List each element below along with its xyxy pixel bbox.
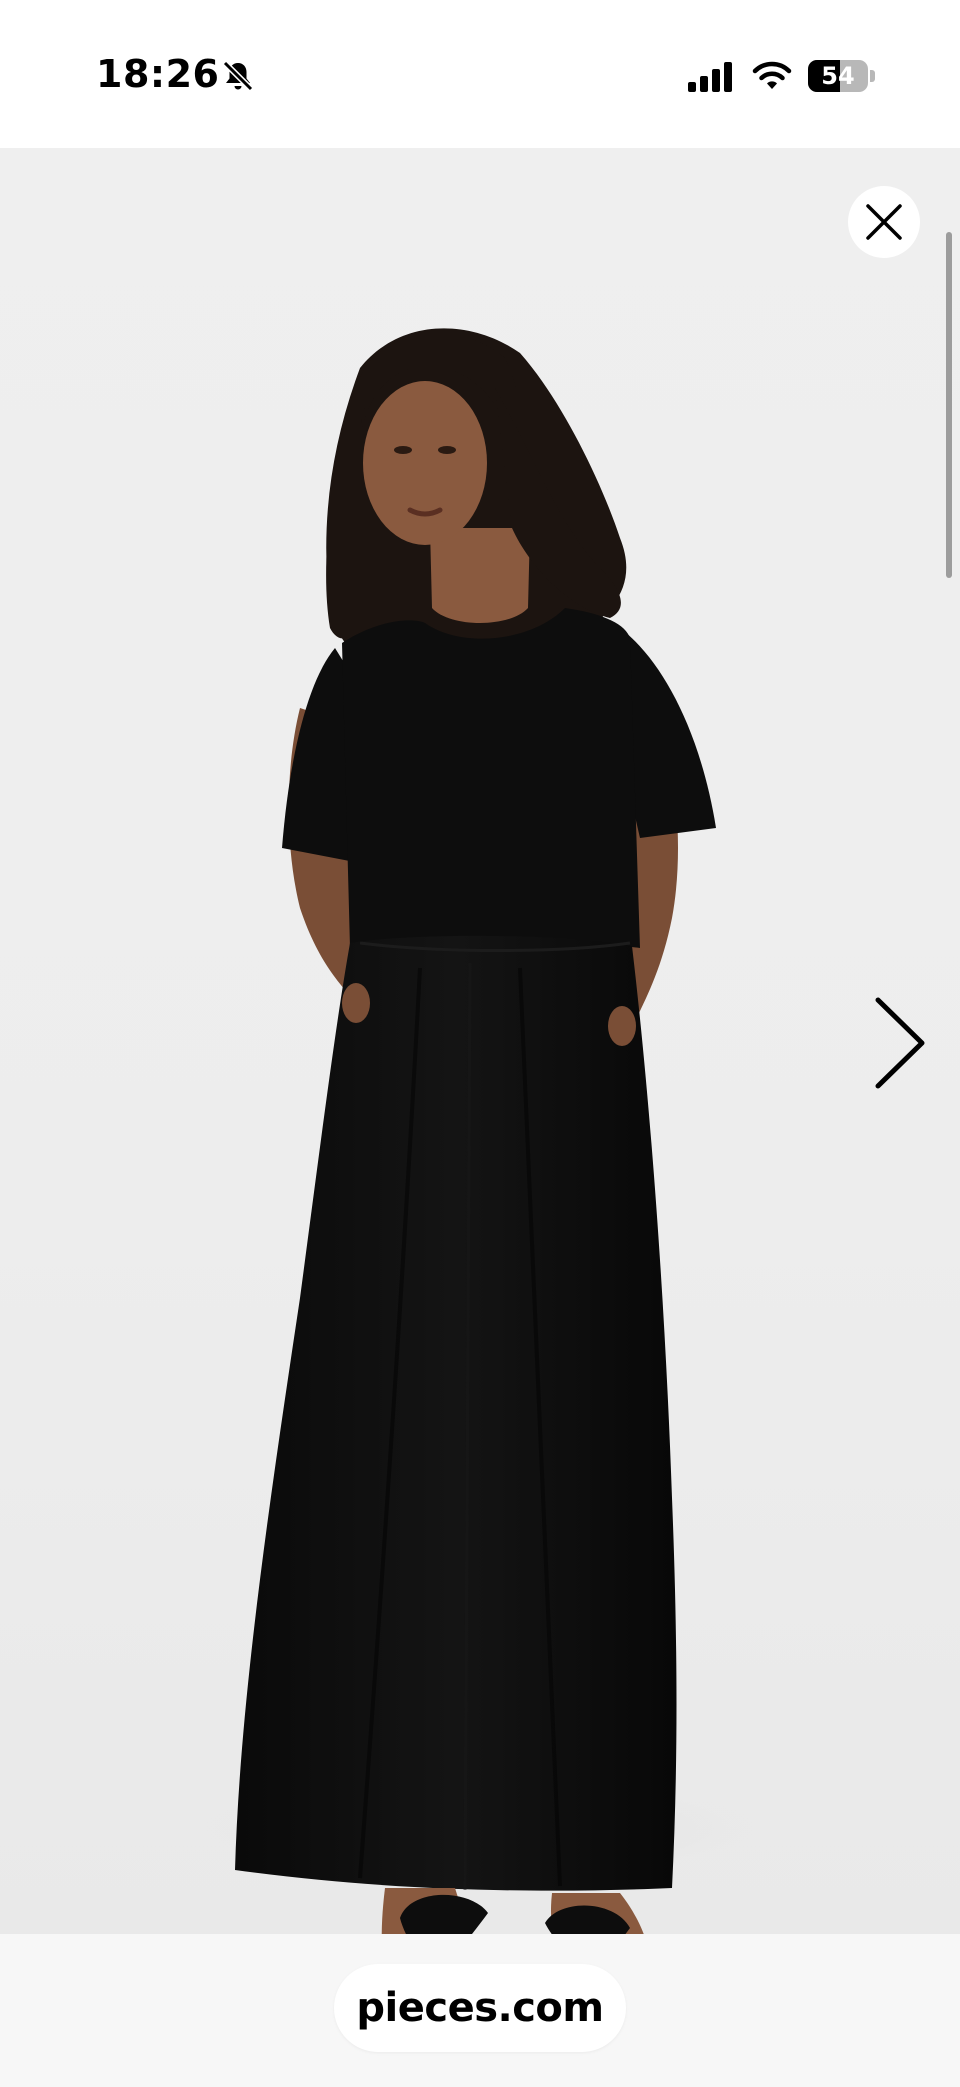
battery-body: 54 (808, 60, 868, 92)
cellular-signal-icon (688, 62, 732, 92)
product-image-gallery[interactable] (0, 148, 960, 1934)
product-photo[interactable] (0, 148, 960, 1934)
close-button[interactable] (848, 186, 920, 258)
battery-indicator: 54 (808, 58, 876, 94)
battery-nub (870, 70, 875, 82)
wifi-icon (752, 61, 792, 89)
status-time: 18:26 (96, 52, 220, 96)
bell-slash-icon (222, 60, 254, 92)
address-pill[interactable]: pieces.com (334, 1964, 626, 2052)
close-icon (866, 204, 902, 240)
status-bar: 18:26 54 (0, 0, 960, 148)
browser-url-bar: pieces.com (0, 1934, 960, 2087)
gallery-scrollbar[interactable] (946, 232, 952, 578)
battery-level-text: 54 (821, 62, 855, 90)
chevron-right-icon[interactable] (864, 988, 934, 1098)
url-text[interactable]: pieces.com (356, 1985, 604, 2031)
